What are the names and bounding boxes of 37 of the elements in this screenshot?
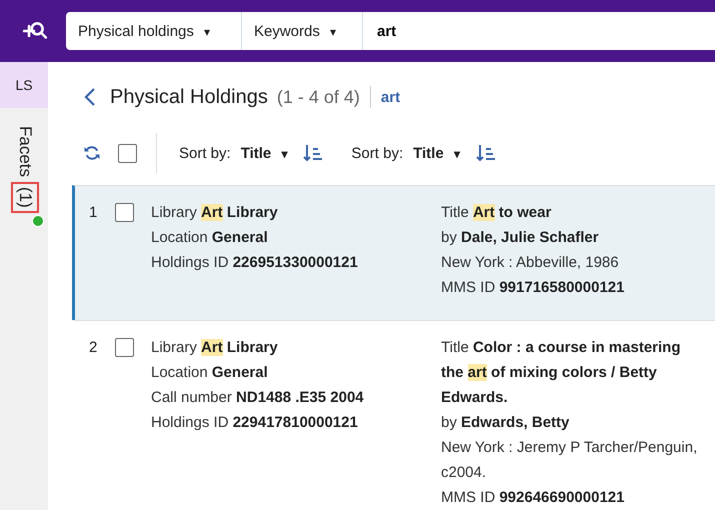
- field-line: Location General: [151, 228, 269, 248]
- field-line: MMS ID 991716580000121: [441, 278, 626, 298]
- sort-dropdown[interactable]: Title ▾: [234, 144, 294, 162]
- result-count: (1 - 4 of 4): [276, 86, 360, 108]
- sort-order-icon[interactable]: [303, 144, 324, 162]
- row-number: 2: [89, 338, 98, 358]
- row-number: 1: [89, 203, 98, 223]
- field-line: Library Art Library: [151, 203, 279, 223]
- select-all-checkbox[interactable]: [118, 144, 137, 162]
- search-field[interactable]: art: [363, 12, 715, 50]
- refresh-icon[interactable]: [83, 144, 101, 162]
- sort-label: Sort by:: [351, 144, 404, 162]
- field-line: Location General: [151, 363, 269, 383]
- field-line: MMS ID 992646690000121: [441, 488, 626, 508]
- field-line: Title Color : a course in mastering the art of mixing colors / Betty Edwards.: [441, 338, 682, 408]
- query-link[interactable]: art: [380, 88, 400, 106]
- field-line: by Dale, Julie Schafler: [441, 228, 600, 248]
- publication-info: New York : Abbeville, 1986: [441, 253, 620, 273]
- back-icon[interactable]: [84, 87, 96, 107]
- ls-tab[interactable]: LS: [0, 62, 48, 108]
- field-line: Library Art Library: [151, 338, 279, 358]
- field-dropdown[interactable]: Keywords ▾: [242, 12, 363, 50]
- row-checkbox[interactable]: [115, 338, 134, 357]
- page-title: Physical Holdings: [110, 86, 268, 108]
- field-line: Holdings ID 226951330000121: [151, 253, 359, 273]
- facets-tab[interactable]: Facets (1): [13, 126, 37, 211]
- sort-dropdown[interactable]: Title ▾: [407, 144, 466, 162]
- publication-info: New York : Jeremy P Tarcher/Penguin, c2004.: [441, 438, 698, 483]
- scope-dropdown[interactable]: Physical holdings ▾: [66, 12, 242, 50]
- row-checkbox[interactable]: [115, 203, 134, 222]
- field-line: Holdings ID 229417810000121: [151, 413, 359, 433]
- sort-order-icon[interactable]: [476, 144, 496, 162]
- field-line: Title Art to wear: [441, 203, 552, 223]
- field-line: Call number ND1488 .E35 2004: [151, 388, 365, 408]
- sort-label: Sort by:: [179, 144, 231, 162]
- result-row[interactable]: 1 Library Art Library Location General Holdings ID 226951330000121 Title Art to wear by Dale, Julie Schafler New York : Abbeville, 1986 MMS ID 991716580000121: [72, 185, 715, 320]
- field-line: by Edwards, Betty: [441, 413, 570, 433]
